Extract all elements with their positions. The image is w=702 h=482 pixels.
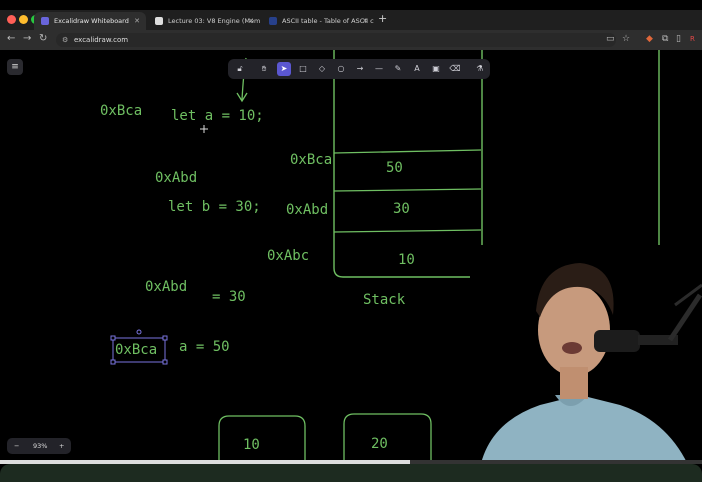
profile-avatar[interactable]: R [690, 35, 695, 43]
line-icon[interactable]: — [372, 62, 386, 76]
sidebar-icon[interactable]: ▯ [676, 34, 681, 44]
url-text: excalidraw.com [74, 36, 129, 44]
address-bar-row: ← → ↻ ⚙ excalidraw.com ▭ ☆ ◆ ⧉ ▯ R [0, 30, 702, 50]
zoom-controls: − 93% + [7, 438, 71, 454]
bookmark-star-icon[interactable]: ☆ [622, 34, 630, 44]
image-icon[interactable]: ▣ [429, 62, 443, 76]
url-field[interactable]: ⚙ excalidraw.com [56, 33, 616, 47]
zoom-out-button[interactable]: − [14, 438, 19, 454]
close-window-button[interactable] [7, 15, 16, 24]
cast-icon[interactable]: ▭ [606, 34, 615, 44]
stack-addr-label[interactable]: 0xAbc [267, 248, 309, 264]
instructor-webcam [470, 245, 702, 482]
lock-icon[interactable]: 🔓︎ [233, 62, 247, 76]
stack-addr-label[interactable]: 0xAbd [286, 202, 328, 218]
bottom-scrollbar [0, 460, 702, 482]
note-addr-bca[interactable]: 0xBca [100, 103, 142, 119]
more-tools-icon[interactable]: ⚗ [473, 62, 487, 76]
box-value[interactable]: 10 [243, 437, 260, 453]
text-icon[interactable]: A [410, 62, 424, 76]
diamond-icon[interactable]: ◇ [315, 62, 329, 76]
rectangle-icon[interactable]: □ [296, 62, 310, 76]
stack-value[interactable]: 50 [386, 160, 403, 176]
tab-excalidraw[interactable]: Excalidraw Whiteboard ✕ [34, 12, 146, 30]
zoom-in-button[interactable]: + [59, 438, 64, 454]
box-value[interactable]: 20 [371, 436, 388, 452]
tab-close-icon[interactable]: ✕ [134, 12, 140, 30]
extensions-puzzle-icon[interactable]: ⧉ [662, 34, 668, 44]
eraser-icon[interactable]: ⌫ [448, 62, 462, 76]
tab-close-icon[interactable]: ✕ [248, 12, 254, 30]
stack-divider [333, 149, 482, 154]
bottom-panel [0, 464, 702, 482]
ellipse-icon[interactable]: ○ [334, 62, 348, 76]
arrow-icon[interactable]: → [353, 62, 367, 76]
note-let-b[interactable]: let b = 30; [168, 199, 261, 215]
stack-value[interactable]: 30 [393, 201, 410, 217]
extension-icon[interactable]: ◆ [646, 34, 653, 44]
minimize-window-button[interactable] [19, 15, 28, 24]
main-menu-button[interactable]: ≡ [7, 59, 23, 75]
tab-label: Excalidraw Whiteboard [54, 17, 129, 25]
note-addr-abd[interactable]: 0xAbd [155, 170, 197, 186]
zoom-level[interactable]: 93% [33, 438, 47, 454]
hand-icon[interactable]: ✋︎ [257, 62, 271, 76]
reload-icon[interactable]: ↻ [39, 33, 47, 44]
stack-label[interactable]: Stack [363, 292, 405, 308]
tab-close-icon[interactable]: ✕ [362, 12, 368, 30]
tab-label: Lecture 03: V8 Engine (Mem [168, 17, 260, 25]
stack-addr-label[interactable]: 0xBca [290, 152, 332, 168]
move-cursor-icon [200, 125, 208, 133]
forward-icon[interactable]: → [23, 33, 31, 44]
stack-divider [333, 188, 482, 192]
pencil-icon[interactable]: ✎ [391, 62, 405, 76]
new-tab-button[interactable]: + [378, 12, 387, 25]
tab-label: ASCII table - Table of ASCII c [282, 17, 374, 25]
site-info-icon[interactable]: ⚙ [62, 33, 68, 47]
bottom-box-left [218, 415, 306, 460]
tab-ascii[interactable]: ASCII table - Table of ASCII c ✕ [262, 12, 374, 30]
excalidraw-toolbar: 🔓︎ ✋︎ ➤ □ ◇ ○ → — ✎ A ▣ ⌫ ⚗ [228, 59, 490, 79]
note-a-eq-50[interactable]: a = 50 [179, 339, 230, 355]
stack-divider [333, 229, 482, 233]
note-let-a[interactable]: let a = 10; [171, 108, 264, 124]
ascii-favicon-icon [269, 17, 277, 25]
stack-frame [333, 50, 660, 278]
notion-favicon-icon [155, 17, 163, 25]
stack-value[interactable]: 10 [398, 252, 415, 268]
back-icon[interactable]: ← [7, 33, 15, 44]
excalidraw-favicon-icon [41, 17, 49, 25]
note-addr-abd[interactable]: 0xAbd [145, 279, 187, 295]
browser-tab-bar: Excalidraw Whiteboard ✕ Lecture 03: V8 E… [0, 10, 702, 30]
note-eq-30[interactable]: = 30 [212, 289, 246, 305]
note-addr-bca-selected[interactable]: 0xBca [115, 342, 157, 358]
selection-icon[interactable]: ➤ [277, 62, 291, 76]
tab-lecture[interactable]: Lecture 03: V8 Engine (Mem ✕ [148, 12, 260, 30]
